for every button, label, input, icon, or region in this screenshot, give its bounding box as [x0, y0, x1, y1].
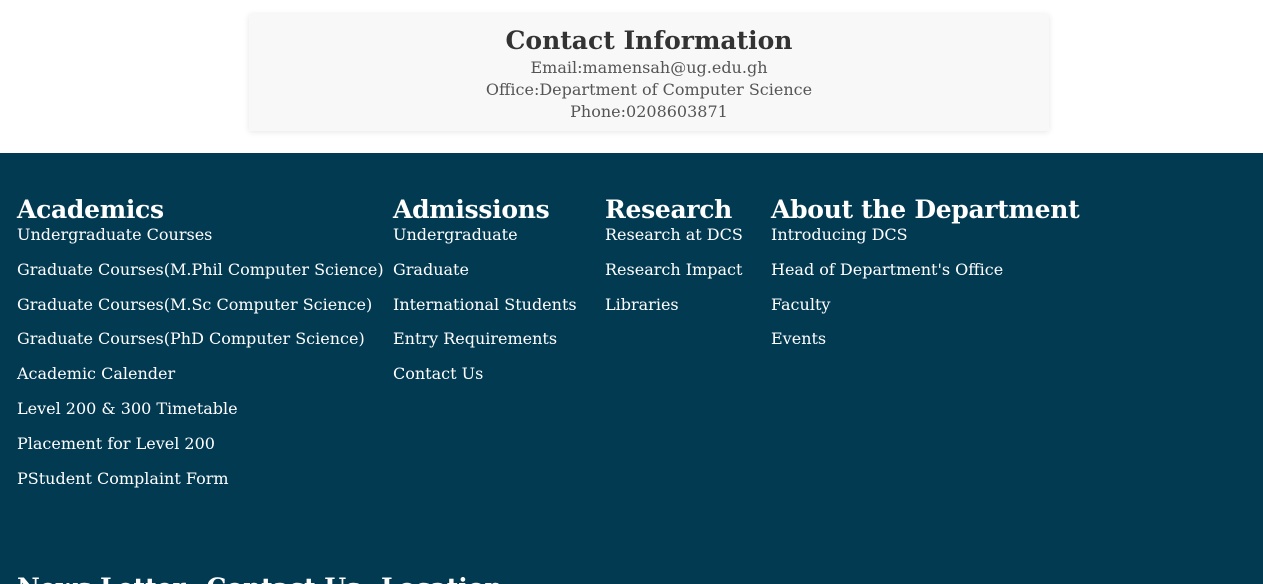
contact-phone: Phone:0208603871 — [570, 102, 728, 121]
site-footer: Academics Undergraduate Courses Graduate… — [0, 153, 1263, 584]
footer-link-undergraduate[interactable]: Undergraduate — [393, 225, 577, 245]
contact-office: Office:Department of Computer Science — [485, 80, 813, 99]
footer-link-graduate-msc[interactable]: Graduate Courses(M.Sc Computer Science) — [17, 295, 384, 315]
footer-link-graduate-mphil[interactable]: Graduate Courses(M.Phil Computer Science… — [17, 260, 384, 280]
footer-heading-newsletter: News Letter — [17, 573, 186, 584]
footer-link-international-students[interactable]: International Students — [393, 295, 577, 315]
contact-card: Contact Information Email:mamensah@ug.ed… — [249, 14, 1049, 131]
footer-link-timetable[interactable]: Level 200 & 300 Timetable — [17, 399, 384, 419]
contact-section: Contact Information Email:mamensah@ug.ed… — [0, 0, 1263, 153]
footer-link-research-at-dcs[interactable]: Research at DCS — [605, 225, 743, 245]
footer-heading-contact-us: Contact Us — [206, 573, 360, 584]
footer-link-graduate[interactable]: Graduate — [393, 260, 577, 280]
footer-links-research: Research at DCS Research Impact Librarie… — [605, 225, 743, 315]
footer-column-about: About the Department Introducing DCS Hea… — [771, 195, 1080, 364]
footer-link-placement[interactable]: Placement for Level 200 — [17, 434, 384, 454]
footer-link-contact-us[interactable]: Contact Us — [393, 364, 577, 384]
footer-heading-research: Research — [605, 195, 733, 224]
contact-email: Email:mamensah@ug.edu.gh — [530, 58, 768, 77]
footer-link-research-impact[interactable]: Research Impact — [605, 260, 743, 280]
footer-links-admissions: Undergraduate Graduate International Stu… — [393, 225, 577, 384]
footer-links-academics: Undergraduate Courses Graduate Courses(M… — [17, 225, 384, 489]
footer-link-academic-calender[interactable]: Academic Calender — [17, 364, 384, 384]
footer-link-libraries[interactable]: Libraries — [605, 295, 743, 315]
footer-heading-academics: Academics — [17, 195, 164, 224]
contact-title: Contact Information — [505, 26, 793, 55]
footer-link-graduate-phd[interactable]: Graduate Courses(PhD Computer Science) — [17, 329, 384, 349]
footer-link-hod-office[interactable]: Head of Department's Office — [771, 260, 1079, 280]
footer-links-about: Introducing DCS Head of Department's Off… — [771, 225, 1079, 349]
footer-link-undergraduate-courses[interactable]: Undergraduate Courses — [17, 225, 384, 245]
footer-column-admissions: Admissions Undergraduate Graduate Intern… — [393, 195, 577, 399]
footer-link-complaint-form[interactable]: PStudent Complaint Form — [17, 469, 384, 489]
footer-heading-location: Location — [381, 573, 503, 584]
footer-link-introducing-dcs[interactable]: Introducing DCS — [771, 225, 1079, 245]
footer-bottom-headings: News Letter Contact Us Location — [17, 573, 515, 584]
footer-heading-admissions: Admissions — [393, 195, 550, 224]
footer-link-events[interactable]: Events — [771, 329, 1079, 349]
footer-column-research: Research Research at DCS Research Impact… — [605, 195, 743, 329]
footer-heading-about: About the Department — [771, 195, 1080, 224]
footer-link-faculty[interactable]: Faculty — [771, 295, 1079, 315]
footer-link-entry-requirements[interactable]: Entry Requirements — [393, 329, 577, 349]
footer-column-academics: Academics Undergraduate Courses Graduate… — [17, 195, 384, 503]
